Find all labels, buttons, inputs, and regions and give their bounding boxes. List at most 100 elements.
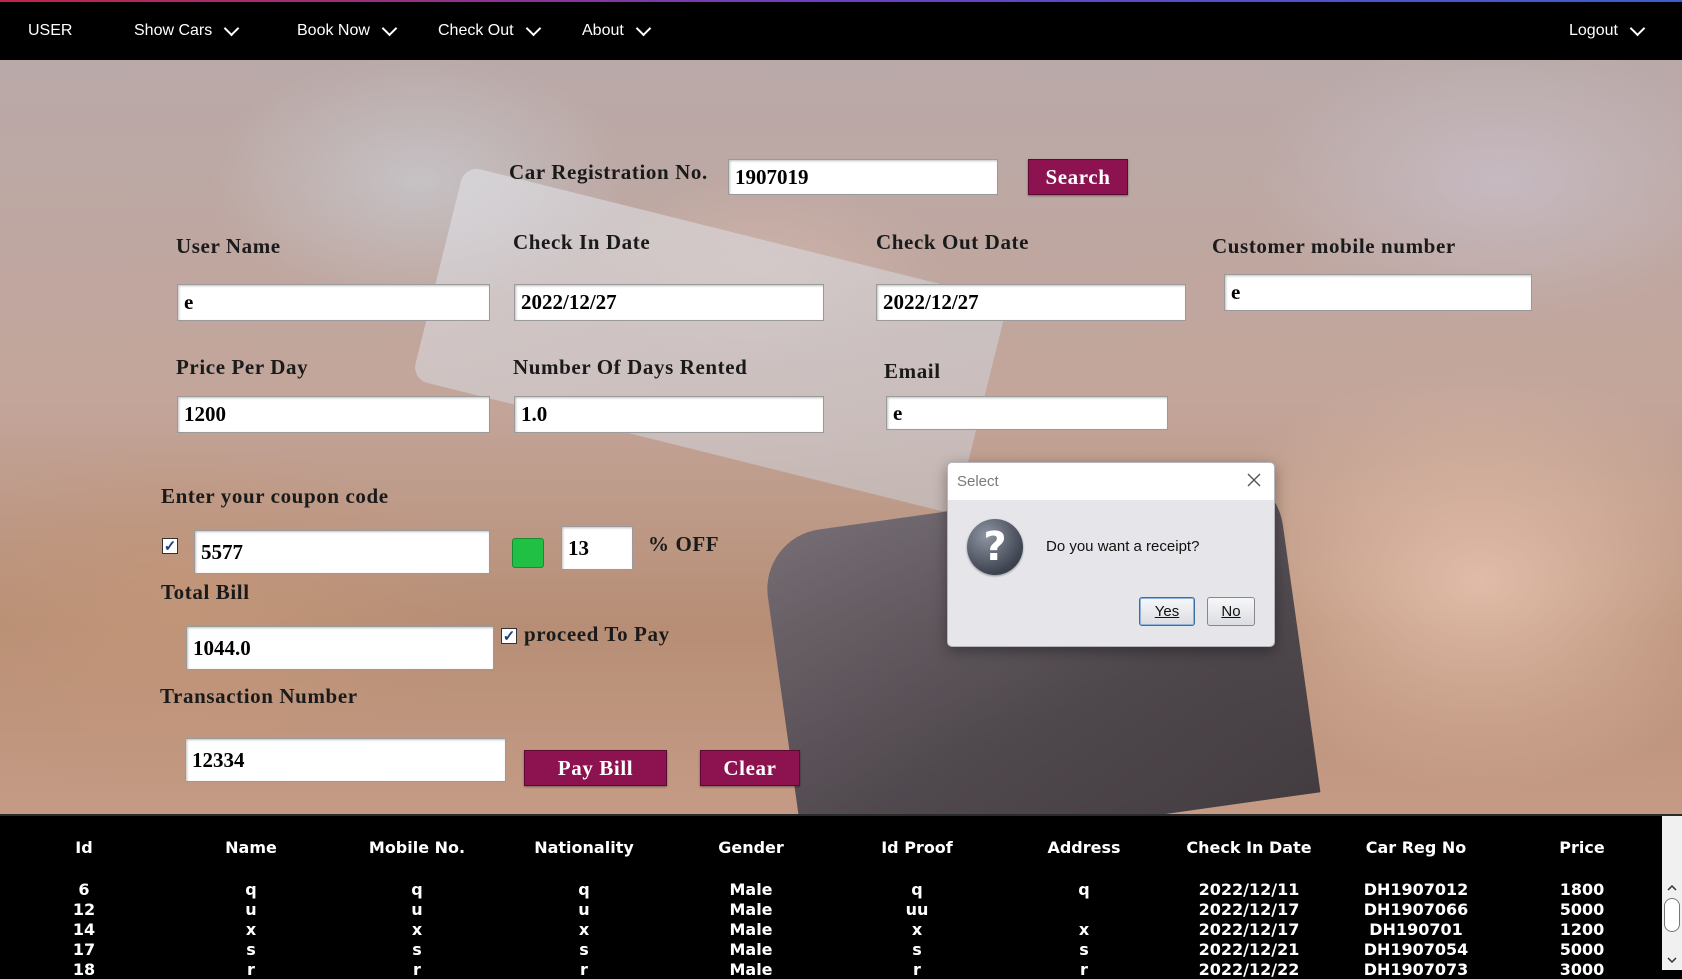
scrollbar-thumb[interactable] <box>1664 898 1680 932</box>
table-cell: 3000 <box>1559 960 1605 979</box>
table-cell: 2022/12/17 <box>1198 900 1300 919</box>
table-cell: Male <box>729 900 773 919</box>
table-cell: r <box>413 960 421 979</box>
table-header-cell[interactable]: Name <box>161 838 341 857</box>
email-label: Email <box>884 359 941 383</box>
total-bill-field[interactable]: 1044.0 <box>186 626 494 670</box>
table-header-cell[interactable]: Gender <box>661 838 841 857</box>
table-cell: x <box>911 920 923 939</box>
table-scrollbar[interactable] <box>1662 816 1682 970</box>
percent-off-label: % OFF <box>648 532 720 556</box>
table-cell: 5000 <box>1559 940 1605 959</box>
menu-user[interactable]: USER <box>28 2 72 60</box>
check-in-date-label: Check In Date <box>513 230 651 254</box>
table-cell: u <box>245 900 257 919</box>
menu-logout-label: Logout <box>1569 22 1618 39</box>
table-cell: 2022/12/17 <box>1198 920 1300 939</box>
table-cell: s <box>579 940 589 959</box>
clear-button[interactable]: Clear <box>700 750 800 786</box>
table-cell: q <box>411 880 423 899</box>
table-cell: 6 <box>78 880 90 899</box>
table-header-cell[interactable]: Id <box>0 838 174 857</box>
check-out-date-label: Check Out Date <box>876 230 1030 254</box>
table-cell: DH1907073 <box>1363 960 1469 979</box>
table-cell: 18 <box>72 960 96 979</box>
table-cell: DH1907066 <box>1363 900 1469 919</box>
table-cell: 5000 <box>1559 900 1605 919</box>
question-icon: ? <box>967 519 1023 575</box>
transaction-number-label: Transaction Number <box>160 684 358 708</box>
dialog-title: Select <box>957 473 999 490</box>
proceed-to-pay-checkbox[interactable]: ✓ <box>501 628 517 644</box>
table-cell: Male <box>729 940 773 959</box>
dialog-title-bar: Select <box>948 463 1274 500</box>
table-cell: x <box>578 920 590 939</box>
menu-check-out[interactable]: Check Out <box>438 2 541 60</box>
menu-show-cars[interactable]: Show Cars <box>134 2 240 60</box>
chevron-down-icon <box>1629 20 1646 36</box>
table-header-cell[interactable]: Price <box>1492 838 1672 857</box>
coupon-code-field[interactable]: 5577 <box>194 530 490 574</box>
chevron-down-icon <box>525 20 541 36</box>
table-cell: r <box>247 960 255 979</box>
table-cell: 17 <box>72 940 96 959</box>
coupon-valid-indicator <box>512 538 544 568</box>
table-cell: DH1907012 <box>1363 880 1469 899</box>
no-button[interactable]: No <box>1207 597 1255 626</box>
table-header-cell[interactable]: Nationality <box>494 838 674 857</box>
check-out-date-field[interactable]: 2022/12/27 <box>876 284 1186 321</box>
email-field[interactable]: e <box>886 396 1168 430</box>
mobile-number-field[interactable]: e <box>1224 274 1532 311</box>
table-cell: 1200 <box>1559 920 1605 939</box>
table-cell: s <box>912 940 922 959</box>
discount-percent-field[interactable]: 13 <box>561 526 633 570</box>
table-cell: Male <box>729 880 773 899</box>
receipt-dialog: Select ? Do you want a receipt? Yes No <box>947 462 1275 647</box>
table-header-cell[interactable]: Car Reg No <box>1326 838 1506 857</box>
table-cell: s <box>246 940 256 959</box>
table-cell: q <box>1078 880 1090 899</box>
price-per-day-label: Price Per Day <box>176 355 309 379</box>
menu-check-out-label: Check Out <box>438 22 514 39</box>
table-cell: 2022/12/22 <box>1198 960 1300 979</box>
price-per-day-field[interactable]: 1200 <box>177 396 490 433</box>
search-button[interactable]: Search <box>1028 159 1128 195</box>
coupon-checkbox[interactable]: ✓ <box>162 538 178 554</box>
table-cell: 1800 <box>1559 880 1605 899</box>
dialog-message: Do you want a receipt? <box>1046 538 1200 555</box>
table-cell: s <box>1079 940 1089 959</box>
transaction-number-field[interactable]: 12334 <box>185 738 506 782</box>
table-header-cell[interactable]: Address <box>994 838 1174 857</box>
menu-about[interactable]: About <box>582 2 652 60</box>
menu-logout[interactable]: Logout <box>1569 2 1646 60</box>
table-cell: 12 <box>72 900 96 919</box>
days-rented-label: Number Of Days Rented <box>513 355 748 379</box>
pay-bill-button[interactable]: Pay Bill <box>524 750 667 786</box>
scroll-down-icon <box>1667 957 1677 964</box>
user-name-field[interactable]: e <box>177 284 490 321</box>
table-cell: Male <box>729 920 773 939</box>
background-tablet-image <box>411 165 1009 515</box>
table-cell: DH1907054 <box>1363 940 1469 959</box>
table-cell: q <box>245 880 257 899</box>
menu-show-cars-label: Show Cars <box>134 22 213 39</box>
table-cell: u <box>411 900 423 919</box>
table-cell: x <box>1078 920 1090 939</box>
total-bill-label: Total Bill <box>161 580 250 604</box>
table-header-cell[interactable]: Check In Date <box>1159 838 1339 857</box>
table-header-cell[interactable]: Id Proof <box>827 838 1007 857</box>
car-reg-input[interactable]: 1907019 <box>728 159 998 195</box>
table-cell: r <box>1080 960 1088 979</box>
check-in-date-field[interactable]: 2022/12/27 <box>514 284 824 321</box>
table-cell: Male <box>729 960 773 979</box>
chevron-down-icon <box>635 20 652 36</box>
menu-bar: USER Show Cars Book Now Check Out About … <box>0 2 1682 60</box>
yes-button[interactable]: Yes <box>1139 597 1195 626</box>
table-cell: 14 <box>72 920 96 939</box>
proceed-to-pay-label: proceed To Pay <box>524 622 670 646</box>
table-header-cell[interactable]: Mobile No. <box>327 838 507 857</box>
menu-book-now[interactable]: Book Now <box>297 2 398 60</box>
table-cell: x <box>411 920 423 939</box>
days-rented-field[interactable]: 1.0 <box>514 396 824 433</box>
close-icon[interactable] <box>1244 470 1264 490</box>
